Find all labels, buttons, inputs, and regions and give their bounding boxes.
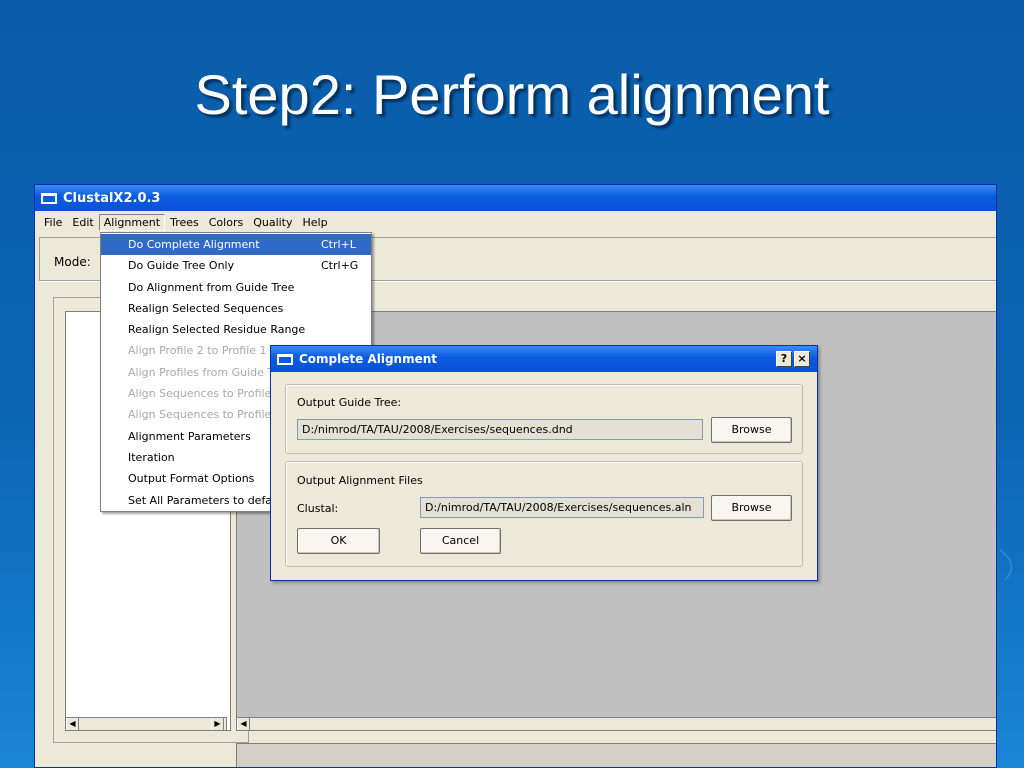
- complete-alignment-dialog: Complete Alignment ? × Output Guide Tree…: [270, 345, 818, 581]
- guide-tree-browse-button[interactable]: Browse: [711, 417, 792, 443]
- dialog-titlebar[interactable]: Complete Alignment ? ×: [271, 346, 817, 372]
- shortcut-label: Ctrl+G: [321, 259, 359, 273]
- arrow-right-icon[interactable]: ▶: [211, 718, 224, 730]
- slide-title: Step2: Perform alignment: [194, 63, 830, 126]
- guide-tree-path-field[interactable]: D:/nimrod/TA/TAU/2008/Exercises/sequence…: [297, 419, 703, 440]
- output-guide-tree-label: Output Guide Tree:: [297, 396, 402, 409]
- ok-button[interactable]: OK: [297, 528, 380, 554]
- arrow-left-icon[interactable]: ◀: [66, 718, 79, 730]
- menu-colors[interactable]: Colors: [204, 214, 248, 231]
- app-title: ClustalX2.0.3: [63, 190, 161, 206]
- alignment-panel-scrollbar[interactable]: ◀: [236, 717, 996, 731]
- clustal-path-field[interactable]: D:/nimrod/TA/TAU/2008/Exercises/sequence…: [420, 497, 704, 518]
- output-guide-tree-group: Output Guide Tree: D:/nimrod/TA/TAU/2008…: [285, 384, 803, 454]
- arrow-left-icon[interactable]: ◀: [237, 718, 250, 730]
- menu-item-do-alignment-from-guide-tree[interactable]: Do Alignment from Guide Tree: [101, 277, 371, 298]
- menu-quality[interactable]: Quality: [248, 214, 297, 231]
- close-button[interactable]: ×: [794, 351, 810, 367]
- app-titlebar[interactable]: ClustalX2.0.3: [35, 185, 996, 211]
- shortcut-label: Ctrl+L: [321, 238, 356, 251]
- status-area: [236, 743, 996, 767]
- menu-help[interactable]: Help: [298, 214, 333, 231]
- menu-file[interactable]: File: [39, 214, 67, 231]
- output-alignment-files-group: Output Alignment Files Clustal: D:/nimro…: [285, 461, 803, 567]
- output-alignment-files-label: Output Alignment Files: [297, 474, 423, 487]
- menu-trees[interactable]: Trees: [165, 214, 204, 231]
- name-panel-scrollbar[interactable]: ◀ ▶: [65, 717, 227, 731]
- cancel-button[interactable]: Cancel: [420, 528, 501, 554]
- menubar: File Edit Alignment Trees Colors Quality…: [35, 211, 996, 233]
- menu-alignment[interactable]: Alignment: [98, 213, 166, 231]
- menu-item-realign-selected-residue-range[interactable]: Realign Selected Residue Range: [101, 319, 371, 340]
- window-icon: [277, 353, 293, 365]
- clustal-label: Clustal:: [297, 502, 339, 515]
- menu-item-do-guide-tree-only[interactable]: Do Guide Tree Only Ctrl+G: [101, 255, 371, 276]
- menu-item-realign-selected-sequences[interactable]: Realign Selected Sequences: [101, 298, 371, 319]
- menu-edit[interactable]: Edit: [67, 214, 98, 231]
- menu-item-do-complete-alignment[interactable]: Do Complete Alignment Ctrl+L: [101, 234, 371, 256]
- dialog-title: Complete Alignment: [299, 352, 438, 366]
- window-icon: [41, 192, 57, 204]
- mode-label: Mode:: [54, 255, 91, 269]
- help-button[interactable]: ?: [776, 351, 792, 367]
- alignment-browse-button[interactable]: Browse: [711, 495, 792, 521]
